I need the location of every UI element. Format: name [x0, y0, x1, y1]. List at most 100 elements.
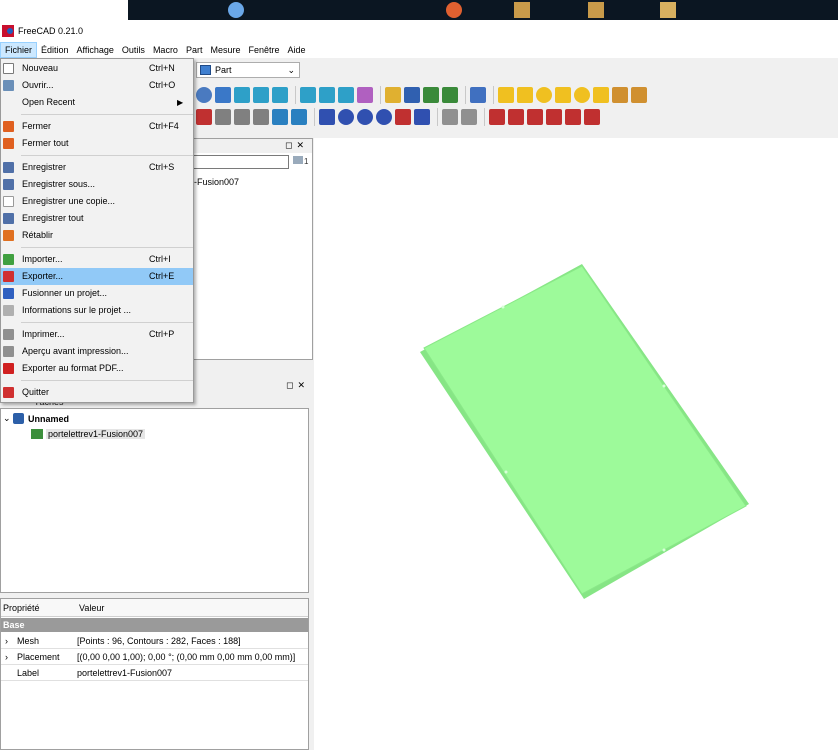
- measure-angular-icon[interactable]: [508, 109, 524, 125]
- menu-macro[interactable]: Macro: [149, 42, 182, 58]
- measure-icon[interactable]: [357, 87, 373, 103]
- property-group-base[interactable]: Base: [1, 618, 308, 632]
- chamfer-icon[interactable]: [272, 109, 288, 125]
- window-titlebar: FreeCAD 0.21.0: [0, 20, 838, 42]
- boolean-icon[interactable]: [319, 109, 335, 125]
- menu-item-quitter[interactable]: Quitter: [1, 384, 193, 401]
- primitives-icon[interactable]: [612, 87, 628, 103]
- menu-part[interactable]: Part: [182, 42, 207, 58]
- link-icon[interactable]: [423, 87, 439, 103]
- taskbar-app-icon[interactable]: [514, 2, 530, 18]
- menu-edition[interactable]: Édition: [37, 42, 73, 58]
- value-column-header[interactable]: Valeur: [79, 603, 104, 613]
- open-folder-icon: [3, 80, 14, 91]
- cone-icon[interactable]: [555, 87, 571, 103]
- menu-fichier[interactable]: Fichier: [0, 42, 38, 58]
- menu-item-ouvrir[interactable]: Ouvrir... Ctrl+O: [1, 77, 193, 94]
- menu-item-fusionner[interactable]: Fusionner un projet...: [1, 285, 193, 302]
- measure-toggle-icon[interactable]: [565, 109, 581, 125]
- cube-icon[interactable]: [498, 87, 514, 103]
- menu-item-fermer-tout[interactable]: Fermer tout: [1, 135, 193, 152]
- taskbar-app-icon[interactable]: [660, 2, 676, 18]
- join-icon[interactable]: [414, 109, 430, 125]
- menu-item-informations[interactable]: Informations sur le projet ...: [1, 302, 193, 319]
- tree-object-row[interactable]: portelettrev1-Fusion007: [31, 429, 146, 439]
- menu-separator: [21, 380, 193, 381]
- menu-item-enregistrer-copie[interactable]: Enregistrer une copie...: [1, 193, 193, 210]
- shape-builder-icon[interactable]: [631, 87, 647, 103]
- menu-item-enregistrer-tout[interactable]: Enregistrer tout: [1, 210, 193, 227]
- mirror-icon[interactable]: [234, 109, 250, 125]
- menu-mesure[interactable]: Mesure: [206, 42, 244, 58]
- menu-item-enregistrer-sous[interactable]: Enregistrer sous...: [1, 176, 193, 193]
- view-top-icon[interactable]: [253, 87, 269, 103]
- workbench-selected-label: Part: [215, 65, 232, 75]
- std-view-icon[interactable]: [215, 87, 231, 103]
- shape-vertex: [504, 470, 508, 474]
- menu-item-exporter-pdf[interactable]: Exporter au format PDF...: [1, 360, 193, 377]
- menu-item-importer[interactable]: Importer... Ctrl+I: [1, 251, 193, 268]
- property-row-placement[interactable]: › Placement [(0,00 0,00 1,00); 0,00 °; (…: [1, 649, 308, 665]
- measure-clear-icon[interactable]: [546, 109, 562, 125]
- view-front-icon[interactable]: [234, 87, 250, 103]
- taskbar-app-icon[interactable]: [588, 2, 604, 18]
- revolve-icon[interactable]: [215, 109, 231, 125]
- chevron-down-icon: ⌄: [287, 65, 295, 75]
- view-right-icon[interactable]: [272, 87, 288, 103]
- check-geometry-icon[interactable]: [442, 109, 458, 125]
- menu-item-exporter[interactable]: Exporter... Ctrl+E: [1, 268, 193, 285]
- measure-linear-icon[interactable]: [489, 109, 505, 125]
- property-row-label[interactable]: Label portelettrev1-Fusion007: [1, 665, 308, 681]
- cut-icon[interactable]: [338, 109, 354, 125]
- menu-item-fermer[interactable]: Fermer Ctrl+F4: [1, 118, 193, 135]
- extrude-icon[interactable]: [196, 109, 212, 125]
- project-info-icon: [3, 305, 14, 316]
- cylinder-icon[interactable]: [517, 87, 533, 103]
- menu-item-open-recent[interactable]: Open Recent ▶: [1, 94, 193, 111]
- taskbar-browser-icon[interactable]: [446, 2, 462, 18]
- menu-aide[interactable]: Aide: [284, 42, 310, 58]
- 3d-scene[interactable]: [314, 138, 838, 750]
- face-icon[interactable]: [291, 109, 307, 125]
- save-all-icon: [3, 213, 14, 224]
- menu-item-retablir[interactable]: Rétablir: [1, 227, 193, 244]
- link-actions-icon[interactable]: [442, 87, 458, 103]
- view-left-icon[interactable]: [338, 87, 354, 103]
- defeaturing-icon[interactable]: [461, 109, 477, 125]
- panel-float-close-buttons[interactable]: ◻✕: [286, 380, 309, 391]
- chevron-right-icon[interactable]: ›: [5, 649, 8, 665]
- property-row-mesh[interactable]: › Mesh [Points : 96, Contours : 282, Fac…: [1, 633, 308, 649]
- fuse-icon[interactable]: [357, 109, 373, 125]
- 3d-viewport[interactable]: [314, 138, 838, 750]
- torus-icon[interactable]: [574, 87, 590, 103]
- zoom-icon[interactable]: [196, 87, 212, 103]
- chevron-down-icon[interactable]: ⌄: [3, 413, 13, 424]
- measure-refresh-icon[interactable]: [527, 109, 543, 125]
- menu-item-imprimer[interactable]: Imprimer... Ctrl+P: [1, 326, 193, 343]
- menu-item-apercu[interactable]: Aperçu avant impression...: [1, 343, 193, 360]
- common-icon[interactable]: [376, 109, 392, 125]
- view-bottom-icon[interactable]: [319, 87, 335, 103]
- tube-icon[interactable]: [593, 87, 609, 103]
- fillet-icon[interactable]: [253, 109, 269, 125]
- section-icon[interactable]: [395, 109, 411, 125]
- chevron-right-icon[interactable]: ›: [5, 633, 8, 649]
- property-name: Label: [17, 668, 40, 678]
- tree-view: ⌄ Unnamed portelettrev1-Fusion007: [0, 408, 309, 593]
- panel-float-close-buttons[interactable]: ◻✕: [285, 140, 308, 151]
- workbench-selector[interactable]: Part ⌄: [196, 62, 300, 78]
- menu-fenetre[interactable]: Fenêtre: [244, 42, 283, 58]
- menu-outils[interactable]: Outils: [118, 42, 149, 58]
- part-icon[interactable]: [385, 87, 401, 103]
- menu-affichage[interactable]: Affichage: [73, 42, 118, 58]
- folder-icon[interactable]: [404, 87, 420, 103]
- sphere-icon[interactable]: [536, 87, 552, 103]
- menu-item-enregistrer[interactable]: Enregistrer Ctrl+S: [1, 159, 193, 176]
- measure-3d-icon[interactable]: [584, 109, 600, 125]
- whats-this-icon[interactable]: [470, 87, 486, 103]
- menu-item-nouveau[interactable]: Nouveau Ctrl+N: [1, 60, 193, 77]
- tree-document-row[interactable]: ⌄ Unnamed: [3, 413, 69, 424]
- taskbar-app-icon[interactable]: [228, 2, 244, 18]
- view-rear-icon[interactable]: [300, 87, 316, 103]
- property-column-header[interactable]: Propriété: [3, 603, 40, 613]
